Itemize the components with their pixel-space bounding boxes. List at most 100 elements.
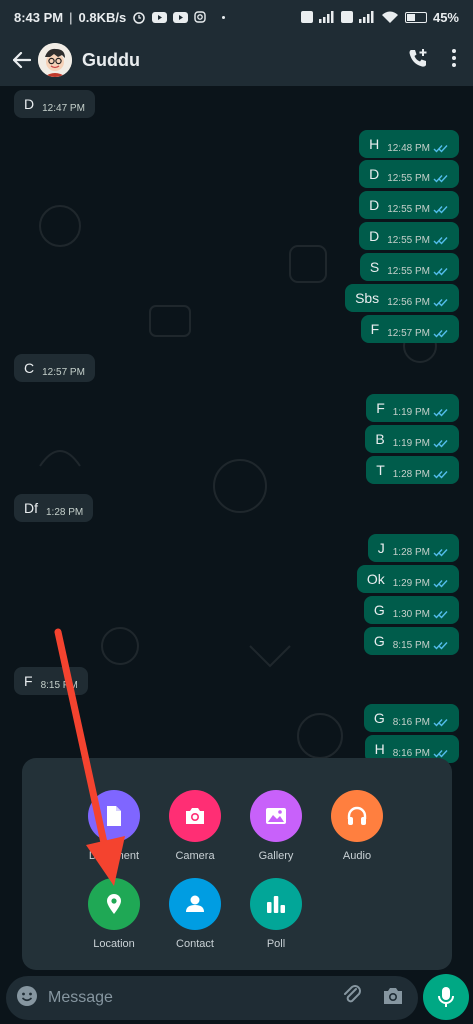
- emoji-button[interactable]: [16, 985, 38, 1012]
- camera-icon: [384, 987, 402, 1004]
- message-text: D: [24, 96, 35, 112]
- message-input[interactable]: [48, 989, 342, 1007]
- outgoing-message[interactable]: F 12:57 PM: [360, 315, 459, 343]
- message-input-bar: [6, 976, 418, 1020]
- message-text: J: [377, 540, 385, 556]
- youtube-icon: [173, 11, 189, 23]
- attach-location-label: Location: [93, 938, 135, 950]
- outgoing-message[interactable]: G 8:16 PM: [363, 704, 459, 732]
- volte-icon: [340, 11, 353, 23]
- battery-icon: [404, 11, 427, 23]
- read-ticks-icon: [433, 170, 449, 186]
- gallery-circle: [250, 790, 302, 842]
- gallery-icon: [266, 808, 286, 824]
- message-time: 12:55 PM: [387, 203, 430, 215]
- menu-button[interactable]: [451, 48, 457, 73]
- camera-button[interactable]: [382, 987, 404, 1010]
- attach-button[interactable]: [342, 984, 364, 1012]
- location-circle: [88, 878, 140, 930]
- attach-camera-label: Camera: [175, 850, 215, 862]
- read-ticks-icon: [433, 714, 449, 730]
- read-ticks-icon: [433, 466, 449, 482]
- phone-plus-icon: [409, 48, 427, 67]
- back-arrow-icon: [13, 52, 31, 68]
- back-button[interactable]: [10, 48, 34, 72]
- read-ticks-icon: [433, 575, 449, 591]
- read-ticks-icon: [433, 325, 449, 341]
- outgoing-message[interactable]: J 1:28 PM: [367, 534, 459, 562]
- outgoing-message[interactable]: D 12:55 PM: [359, 222, 459, 250]
- status-bar: 8:43 PM | 0.8KB/s 45%: [0, 0, 473, 34]
- attachment-panel: Document Camera Gallery Audio Location C…: [22, 758, 452, 970]
- camera-circle: [169, 790, 221, 842]
- microphone-icon: [438, 987, 454, 1007]
- message-text: D: [369, 228, 380, 244]
- outgoing-message[interactable]: D 12:55 PM: [359, 191, 459, 219]
- attach-audio-button[interactable]: Audio: [317, 790, 397, 862]
- message-text: Ok: [366, 571, 385, 587]
- read-ticks-icon: [433, 404, 449, 420]
- message-text: F: [370, 321, 380, 337]
- message-time: 1:28 PM: [392, 468, 430, 480]
- message-time: 1:19 PM: [392, 437, 430, 449]
- message-text: S: [369, 259, 380, 275]
- message-text: F: [24, 673, 33, 689]
- message-time: 8:15 PM: [40, 679, 78, 691]
- message-time: 12:57 PM: [42, 366, 85, 378]
- read-ticks-icon: [433, 435, 449, 451]
- alarm-icon: [133, 12, 145, 24]
- attach-camera-button[interactable]: Camera: [155, 790, 235, 862]
- message-time: 12:55 PM: [387, 234, 430, 246]
- contact-name[interactable]: Guddu: [82, 50, 140, 71]
- message-text: H: [374, 741, 385, 757]
- emoji-icon: [17, 985, 37, 1006]
- attach-contact-button[interactable]: Contact: [155, 878, 235, 950]
- outgoing-message[interactable]: H 12:48 PM: [359, 130, 459, 158]
- message-time: 8:16 PM: [392, 716, 430, 728]
- message-time: 12:56 PM: [387, 296, 430, 308]
- attach-location-button[interactable]: Location: [74, 878, 154, 950]
- incoming-message[interactable]: F 8:15 PM: [14, 667, 88, 695]
- message-time: 1:19 PM: [392, 406, 430, 418]
- location-pin-icon: [107, 894, 121, 914]
- attach-document-button[interactable]: Document: [74, 790, 154, 862]
- outgoing-message[interactable]: Sbs 12:56 PM: [345, 284, 459, 312]
- instagram-icon: [194, 11, 206, 23]
- read-ticks-icon: [433, 263, 449, 279]
- incoming-message[interactable]: D 12:47 PM: [14, 90, 95, 118]
- message-text: G: [373, 602, 385, 618]
- message-time: 1:28 PM: [46, 506, 84, 518]
- outgoing-message[interactable]: T 1:28 PM: [366, 456, 459, 484]
- outgoing-message[interactable]: G 1:30 PM: [363, 596, 459, 624]
- outgoing-message[interactable]: D 12:55 PM: [359, 160, 459, 188]
- camera-icon: [186, 808, 204, 824]
- message-text: D: [369, 197, 380, 213]
- message-text: F: [376, 400, 385, 416]
- outgoing-message[interactable]: F 1:19 PM: [366, 394, 459, 422]
- attach-gallery-button[interactable]: Gallery: [236, 790, 316, 862]
- read-ticks-icon: [433, 201, 449, 217]
- wifi-icon: [381, 11, 398, 23]
- poll-icon: [267, 896, 285, 913]
- attach-poll-button[interactable]: Poll: [236, 878, 316, 950]
- incoming-message[interactable]: C 12:57 PM: [14, 354, 95, 382]
- outgoing-message[interactable]: G 8:15 PM: [363, 627, 459, 655]
- incoming-message[interactable]: Df 1:28 PM: [14, 494, 94, 522]
- avatar[interactable]: [38, 43, 72, 77]
- outgoing-message[interactable]: B 1:19 PM: [365, 425, 459, 453]
- attach-contact-label: Contact: [176, 938, 214, 950]
- add-call-button[interactable]: [407, 47, 429, 74]
- signal-icon: [358, 11, 374, 23]
- message-text: Df: [24, 500, 38, 516]
- read-ticks-icon: [433, 544, 449, 560]
- message-time: 12:55 PM: [387, 265, 430, 277]
- read-ticks-icon: [433, 232, 449, 248]
- message-time: 12:55 PM: [387, 172, 430, 184]
- paperclip-icon: [344, 984, 361, 1002]
- outgoing-message[interactable]: Ok 1:29 PM: [356, 565, 459, 593]
- read-ticks-icon: [433, 637, 449, 653]
- outgoing-message[interactable]: S 12:55 PM: [359, 253, 459, 281]
- youtube-icon: [152, 11, 168, 23]
- message-time: 1:30 PM: [392, 608, 430, 620]
- voice-record-button[interactable]: [423, 974, 469, 1020]
